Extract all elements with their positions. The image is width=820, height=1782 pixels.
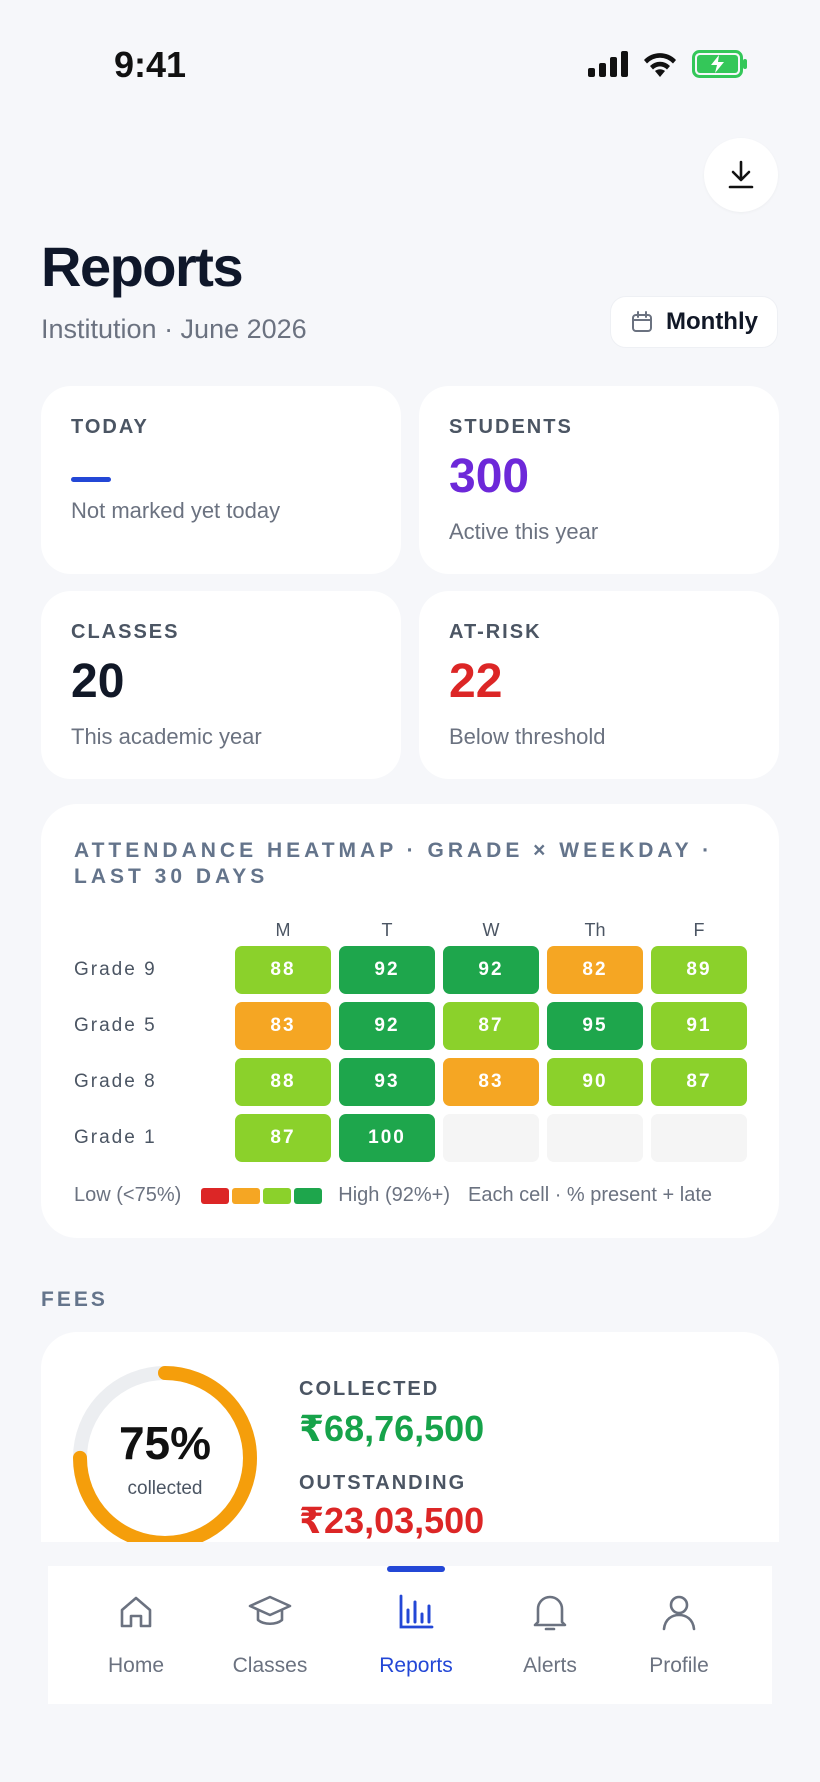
legend-swatch-orange [232,1187,261,1204]
collected-label: COLLECTED [299,1378,440,1400]
legend-swatch-red [201,1187,230,1204]
stat-value: 300 [449,450,530,503]
nav-label: Home [107,1654,165,1677]
heatmap-row-label: Grade 1 [74,1127,157,1148]
period-selector-button[interactable]: Monthly [610,296,778,348]
nav-item-alerts[interactable]: Alerts [490,1590,610,1678]
heatmap-cell[interactable]: 88 [235,1058,331,1106]
heatmap-col-label: F [693,920,705,940]
legend-low-label: Low (<75%) [74,1184,182,1206]
home-icon [114,1590,158,1634]
page-subtitle: Institution · June 2026 [41,314,307,344]
heatmap-row-label: Grade 8 [74,1071,157,1092]
stat-empty-dash [71,477,111,482]
stat-value: 20 [71,655,125,708]
nav-label: Alerts [523,1654,577,1677]
heatmap-cell[interactable]: 92 [339,1002,435,1050]
nav-item-reports[interactable]: Reports [356,1590,476,1678]
status-bar: 9:41 [0,0,820,120]
battery-icon [692,50,747,78]
heatmap-col-label: M [275,920,291,940]
stat-desc: This academic year [71,724,262,749]
outstanding-label: OUTSTANDING [299,1472,467,1494]
legend-high-label: High (92%+) [338,1184,450,1206]
collected-value: ₹68,76,500 [299,1408,485,1449]
heatmap-cell-empty [443,1114,539,1162]
nav-label: Reports [379,1654,453,1677]
heatmap-cell[interactable]: 88 [235,946,331,994]
status-icons [588,50,748,78]
wifi-icon [644,53,676,77]
stat-value: 22 [449,655,503,708]
legend-swatch-lightgreen [263,1187,292,1204]
fees-percent-sub: collected [127,1478,203,1499]
signal-icon [588,51,628,77]
heatmap-title: ATTENDANCE HEATMAP · GRADE × WEEKDAY · L… [74,839,714,888]
heatmap-cell[interactable]: 93 [339,1058,435,1106]
stat-label: STUDENTS [449,416,573,438]
nav-label: Profile [649,1654,709,1677]
calendar-icon [632,311,652,332]
stat-label: CLASSES [71,621,180,643]
heatmap-cell[interactable]: 89 [651,946,747,994]
bell-icon [528,1590,572,1634]
fees-percent: 75% [118,1417,212,1469]
heatmap-row-label: Grade 5 [74,1015,157,1036]
heatmap-cell[interactable]: 87 [443,1002,539,1050]
heatmap-cell-empty [651,1114,747,1162]
period-selector-label: Monthly [666,308,758,335]
stat-desc: Not marked yet today [71,498,281,523]
fees-card: 75% collected COLLECTED ₹68,76,500 OUTST… [41,1332,779,1542]
legend-note: Each cell · % present + late [468,1184,713,1206]
stat-card-classes[interactable]: CLASSES 20 This academic year [41,591,401,779]
fees-section-label: FEES [41,1288,108,1311]
heatmap-cell[interactable]: 90 [547,1058,643,1106]
download-icon [728,160,754,189]
graduation-cap-icon [248,1590,292,1634]
download-button[interactable] [704,138,778,212]
legend-swatch-green [294,1187,323,1204]
nav-item-classes[interactable]: Classes [210,1590,330,1678]
stat-desc: Below threshold [449,724,606,749]
heatmap-row-label: Grade 9 [74,959,157,980]
heatmap-cell[interactable]: 100 [339,1114,435,1162]
heatmap-col-label: T [381,920,393,940]
nav-item-home[interactable]: Home [76,1590,196,1678]
stat-card-at-risk[interactable]: AT-RISK 22 Below threshold [419,591,779,779]
heatmap-cell[interactable]: 92 [443,946,539,994]
heatmap-cell[interactable]: 91 [651,1002,747,1050]
stat-label: TODAY [71,416,149,438]
heatmap-cell[interactable]: 87 [235,1114,331,1162]
heatmap-col-label: Th [584,920,606,940]
page-title: Reports [41,235,244,298]
legend-swatches [201,1187,323,1204]
nav-label: Classes [232,1654,308,1677]
heatmap-cell[interactable]: 82 [547,946,643,994]
stat-label: AT-RISK [449,621,542,643]
stat-card-students[interactable]: STUDENTS 300 Active this year [419,386,779,574]
heatmap-cell-empty [547,1114,643,1162]
bar-chart-icon [394,1590,438,1634]
stat-desc: Active this year [449,519,599,544]
bottom-nav: Home Classes Reports Alerts Profile [48,1566,772,1704]
nav-active-indicator [387,1566,445,1572]
heatmap-legend: Low (<75%) High (92%+) Each cell · % pre… [74,1184,712,1207]
heatmap-cell[interactable]: 83 [235,1002,331,1050]
outstanding-value: ₹23,03,500 [299,1500,485,1541]
stat-card-today[interactable]: TODAY Not marked yet today [41,386,401,574]
heatmap-cell[interactable]: 95 [547,1002,643,1050]
status-time: 9:41 [114,44,187,85]
nav-item-profile[interactable]: Profile [619,1590,739,1678]
heatmap-cell[interactable]: 92 [339,946,435,994]
user-icon [657,1590,701,1634]
attendance-heatmap-card: ATTENDANCE HEATMAP · GRADE × WEEKDAY · L… [41,804,779,1238]
heatmap-cell[interactable]: 83 [443,1058,539,1106]
heatmap-cell[interactable]: 87 [651,1058,747,1106]
heatmap-col-label: W [482,920,500,940]
